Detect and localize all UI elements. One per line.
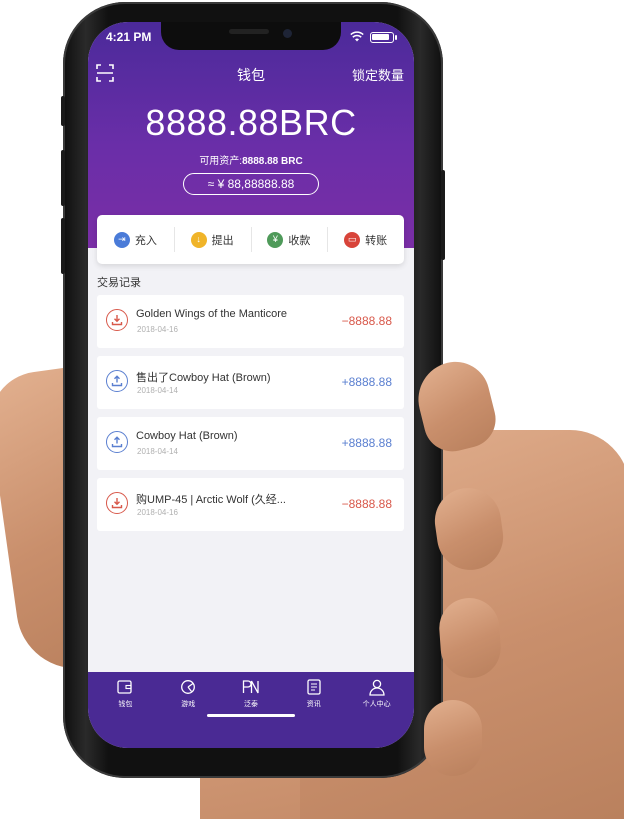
lock-amount-button[interactable]: 锁定数量	[352, 65, 404, 84]
deposit-icon: ⇥	[113, 231, 130, 248]
wifi-icon	[350, 31, 364, 42]
tab-bar: 钱包 游戏 泛泰 资讯 个人中心	[88, 672, 414, 748]
transaction-item[interactable]: 售出了Cowboy Hat (Brown) 2018-04-14 +8888.8…	[97, 356, 404, 409]
transaction-amount: +8888.88	[341, 375, 392, 389]
pn-icon	[242, 678, 260, 696]
deposit-label: 充入	[134, 234, 157, 247]
cny-value-pill: ≈ ¥ 88,88888.88	[183, 173, 319, 195]
transfer-button[interactable]: ▭ 转账	[327, 215, 404, 264]
receive-label: 收款	[288, 234, 311, 247]
tab-label: 个人中心	[362, 701, 391, 708]
upload-icon	[106, 370, 128, 392]
section-title: 交易记录	[97, 277, 141, 289]
game-icon	[180, 678, 196, 696]
phone-power-button	[441, 170, 445, 260]
navbar: 钱包 锁定数量	[88, 62, 414, 86]
transfer-icon: ▭	[344, 231, 361, 248]
notch	[161, 22, 341, 50]
transaction-amount: −8888.88	[341, 497, 392, 511]
phone-side-button	[61, 96, 65, 126]
tab-pn[interactable]: 泛泰	[220, 672, 283, 748]
transaction-title: 售出了Cowboy Hat (Brown)	[136, 372, 271, 384]
upload-icon	[106, 431, 128, 453]
transaction-item[interactable]: Golden Wings of the Manticore 2018-04-16…	[97, 295, 404, 348]
transaction-date: 2018-04-16	[137, 508, 178, 517]
withdraw-label: 提出	[211, 234, 234, 247]
transaction-list: Golden Wings of the Manticore 2018-04-16…	[97, 295, 404, 539]
tab-label: 泛泰	[243, 701, 258, 708]
available-label: 可用资产:	[199, 156, 243, 167]
news-icon	[307, 678, 321, 696]
phone-volume-down	[61, 218, 65, 274]
transaction-item[interactable]: 购UMP-45 | Arctic Wolf (久经... 2018-04-16 …	[97, 478, 404, 531]
battery-icon	[370, 32, 397, 43]
withdraw-icon: ↓	[190, 231, 207, 248]
deposit-button[interactable]: ⇥ 充入	[97, 215, 174, 264]
available-assets: 可用资产:8888.88 BRC	[88, 152, 414, 167]
transaction-date: 2018-04-14	[137, 447, 178, 456]
tab-label: 钱包	[118, 701, 133, 708]
receive-button[interactable]: ¥ 收款	[250, 215, 328, 264]
wallet-icon	[117, 678, 133, 696]
transaction-title: Cowboy Hat (Brown)	[136, 430, 238, 442]
transaction-amount: −8888.88	[341, 314, 392, 328]
tab-label: 游戏	[181, 701, 196, 708]
transaction-title: 购UMP-45 | Arctic Wolf (久经...	[136, 494, 286, 506]
tab-label: 资讯	[306, 701, 321, 708]
hand-finger	[437, 596, 503, 680]
hand-finger	[424, 700, 482, 776]
receive-icon: ¥	[267, 231, 284, 248]
phone-screen: 4:21 PM 钱包 锁定数量 8888.88BRC 可用资产:8888.88	[88, 22, 414, 748]
transaction-date: 2018-04-14	[137, 386, 178, 395]
tab-profile[interactable]: 个人中心	[345, 672, 408, 748]
transaction-date: 2018-04-16	[137, 325, 178, 334]
status-time: 4:21 PM	[106, 30, 152, 44]
transaction-amount: +8888.88	[341, 436, 392, 450]
tab-news[interactable]: 资讯	[282, 672, 345, 748]
available-value: 8888.88 BRC	[242, 156, 303, 167]
home-indicator[interactable]	[207, 714, 295, 717]
balance-amount: 8888.88BRC	[145, 102, 357, 143]
transfer-label: 转账	[365, 234, 388, 247]
phone-volume-up	[61, 150, 65, 206]
transaction-title: Golden Wings of the Manticore	[136, 308, 288, 320]
download-icon	[106, 309, 128, 331]
tab-wallet[interactable]: 钱包	[94, 672, 157, 748]
action-bar: ⇥ 充入 ↓ 提出 ¥ 收款 ▭ 转账	[97, 215, 404, 264]
withdraw-button[interactable]: ↓ 提出	[173, 215, 251, 264]
transaction-item[interactable]: Cowboy Hat (Brown) 2018-04-14 +8888.88	[97, 417, 404, 470]
profile-icon	[368, 678, 385, 696]
download-icon	[106, 492, 128, 514]
stage: 4:21 PM 钱包 锁定数量 8888.88BRC 可用资产:8888.88	[0, 0, 624, 819]
tab-game[interactable]: 游戏	[157, 672, 220, 748]
